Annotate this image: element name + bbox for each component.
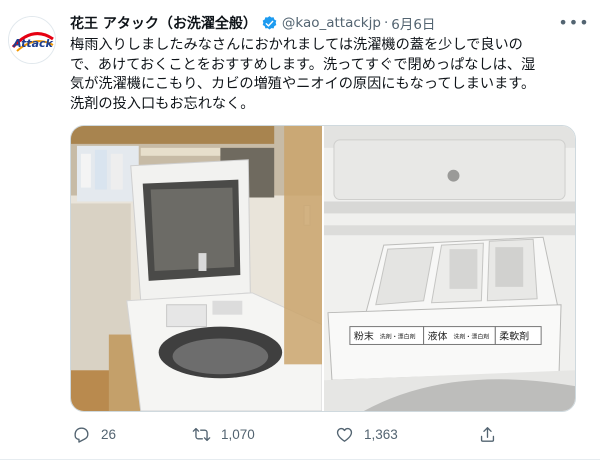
detergent-drawer-image: 粉末 洗剤・漂白剤 液体 洗剤・漂白剤 柔軟剤 [324,126,575,411]
tweet-text-line: 洗剤の投入口もお忘れなく。 [70,95,255,112]
attack-logo: Attack [9,17,55,63]
tweet[interactable]: Attack 花王 アタック（お洗濯全般） @kao_attackjp · 6月… [0,0,600,460]
powder-sub-label: 洗剤・漂白剤 [380,333,416,341]
softener-label: 柔軟剤 [499,330,529,343]
reply-button[interactable]: 26 [72,420,116,448]
tweet-text-line: 梅雨入りしましたみなさんにおかれましては洗濯機の蓋を少しで良いの [70,37,523,53]
tweet-actions: 26 1,070 1,363 [60,420,510,448]
tweet-header: 花王 アタック（お洗濯全般） @kao_attackjp · 6月6日 [70,12,560,34]
tweet-text-line: で、あけておくことをおすすめします。洗ってすぐで閉めっぱなしは、湿 [70,56,536,73]
tweet-media: 粉末 洗剤・漂白剤 液体 洗剤・漂白剤 柔軟剤 [70,125,576,412]
tweet-text-line: 気が洗濯機にこもり、カビの増殖やニオイの原因にもなってしまいます。 [70,76,536,93]
more-options-icon[interactable]: ••• [558,10,588,34]
avatar[interactable]: Attack [8,16,56,64]
like-count: 1,363 [364,426,398,442]
verified-badge-icon [261,15,278,32]
reply-icon [74,426,89,443]
heart-icon [336,427,353,442]
reply-count: 26 [101,426,117,442]
share-icon [480,426,495,442]
tweet-text: 梅雨入りしましたみなさんにおかれましては洗濯機の蓋を少しで良いの で、あけておく… [70,36,592,114]
retweet-count: 1,070 [221,426,255,442]
powder-label: 粉末 [354,330,374,343]
user-handle[interactable]: @kao_attackjp [282,15,381,31]
retweet-button[interactable]: 1,070 [192,420,255,448]
liquid-sub-label: 洗剤・漂白剤 [453,333,489,341]
avatar-logo-text: Attack [12,37,53,50]
like-button[interactable]: 1,363 [335,420,398,448]
separator: · [383,15,389,31]
photo-detergent-drawer[interactable]: 粉末 洗剤・漂白剤 液体 洗剤・漂白剤 柔軟剤 [324,126,575,411]
tweet-date[interactable]: 6月6日 [391,13,435,33]
photo-washing-machine[interactable] [71,126,322,411]
display-name[interactable]: 花王 アタック（お洗濯全般） [70,13,257,33]
retweet-icon [192,427,211,441]
liquid-label: 液体 [428,330,448,343]
washing-machine-image [71,126,322,411]
share-button[interactable] [478,420,497,448]
